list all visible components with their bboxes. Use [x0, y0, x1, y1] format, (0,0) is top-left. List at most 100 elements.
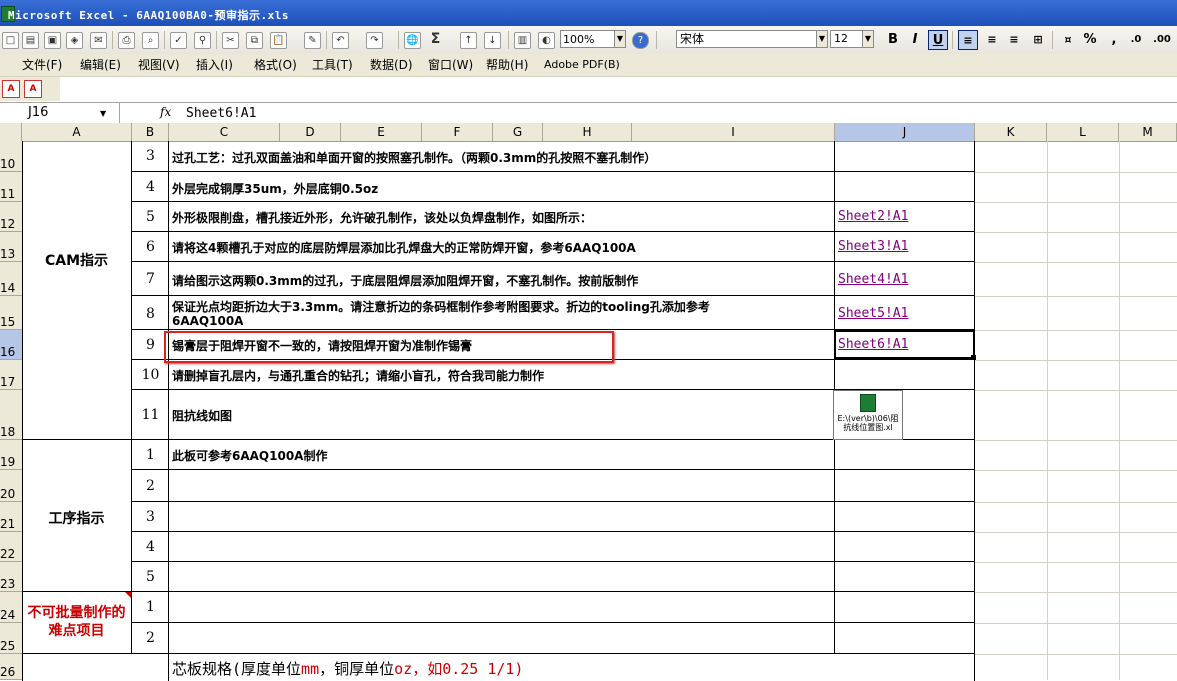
hyperlink-sheet4[interactable]: Sheet4!A1 — [838, 272, 908, 287]
menu-tools[interactable]: 工具(T) — [312, 56, 353, 74]
autosum-icon[interactable]: Σ — [428, 32, 443, 47]
drawing-icon[interactable]: ◐ — [538, 32, 555, 49]
copy-icon[interactable]: ⧉ — [246, 32, 263, 49]
row-header-16[interactable]: 16 — [0, 330, 22, 360]
fill-handle[interactable] — [971, 355, 976, 360]
pdf-convert-icon[interactable]: A — [2, 80, 20, 98]
col-header-F[interactable]: F — [422, 123, 493, 141]
row-header-21[interactable]: 21 — [0, 502, 22, 532]
col-header-J[interactable]: J — [835, 123, 975, 141]
help-icon[interactable]: ? — [632, 32, 649, 49]
undo-icon[interactable]: ↶ — [332, 32, 349, 49]
row-header-11[interactable]: 11 — [0, 172, 22, 202]
format-painter-icon[interactable]: ✎ — [304, 32, 321, 49]
decrease-decimal-icon[interactable]: .00 — [1152, 30, 1172, 50]
row-header-24[interactable]: 24 — [0, 592, 22, 623]
font-dropdown-icon[interactable]: ▼ — [816, 30, 828, 48]
hyperlink-sheet3[interactable]: Sheet3!A1 — [838, 239, 908, 254]
row-header-14[interactable]: 14 — [0, 262, 22, 296]
row-header-15[interactable]: 15 — [0, 296, 22, 330]
cam-item-text[interactable]: 请删掉盲孔层内，与通孔重合的钻孔；请缩小盲孔，符合我司能力制作 — [172, 367, 544, 384]
chart-wizard-icon[interactable]: ▥ — [514, 32, 531, 49]
col-header-L[interactable]: L — [1047, 123, 1119, 141]
percent-button[interactable]: % — [1080, 30, 1100, 50]
underline-button[interactable]: U — [928, 30, 948, 50]
menu-file[interactable]: 文件(F) — [22, 56, 62, 74]
col-header-E[interactable]: E — [341, 123, 422, 141]
permission-icon[interactable]: ◈ — [66, 32, 83, 49]
row-header-20[interactable]: 20 — [0, 470, 22, 502]
col-header-A[interactable]: A — [22, 123, 132, 141]
col-header-G[interactable]: G — [493, 123, 543, 141]
currency-icon[interactable]: ¤ — [1058, 30, 1078, 50]
align-center-icon[interactable]: ≡ — [982, 30, 1002, 50]
comma-style-button[interactable]: , — [1104, 30, 1124, 50]
menu-adobe-pdf[interactable]: Adobe PDF(B) — [544, 56, 620, 74]
research-icon[interactable]: ⚲ — [194, 32, 211, 49]
row-header-22[interactable]: 22 — [0, 532, 22, 562]
row-header-12[interactable]: 12 — [0, 202, 22, 232]
menu-insert[interactable]: 插入(I) — [196, 56, 233, 74]
print-icon[interactable]: ⎙ — [118, 32, 135, 49]
print-preview-icon[interactable]: ⌕ — [142, 32, 159, 49]
menu-help[interactable]: 帮助(H) — [486, 56, 528, 74]
paste-icon[interactable]: 📋 — [270, 32, 287, 49]
cam-item-text[interactable]: 外层完成铜厚35um，外层底铜0.5oz — [172, 180, 378, 197]
hyperlink-sheet2[interactable]: Sheet2!A1 — [838, 209, 908, 224]
redo-icon[interactable]: ↷ — [366, 32, 383, 49]
cam-item-text[interactable]: 请给图示这两颗0.3mm的过孔，于底层阻焊层添加阻焊开窗，不塞孔制作。按前版制作 — [172, 272, 638, 289]
process-item-text[interactable]: 此板可参考6AAQ100A制作 — [172, 447, 327, 464]
menu-data[interactable]: 数据(D) — [370, 56, 413, 74]
spelling-icon[interactable]: ✓ — [170, 32, 187, 49]
row-header-19[interactable]: 19 — [0, 440, 22, 470]
align-right-icon[interactable]: ≡ — [1004, 30, 1024, 50]
row-header-17[interactable]: 17 — [0, 360, 22, 390]
new-icon[interactable]: □ — [2, 32, 19, 49]
col-header-C[interactable]: C — [169, 123, 280, 141]
bold-button[interactable]: B — [883, 30, 903, 50]
sort-ascending-icon[interactable]: ↑ — [460, 32, 477, 49]
menu-view[interactable]: 视图(V) — [138, 56, 180, 74]
cam-item-text[interactable]: 阻抗线如图 — [172, 407, 232, 424]
merge-center-icon[interactable]: ⊞ — [1028, 30, 1048, 50]
row-header-23[interactable]: 23 — [0, 562, 22, 592]
sort-descending-icon[interactable]: ↓ — [484, 32, 501, 49]
menu-window[interactable]: 窗口(W) — [428, 56, 473, 74]
cam-item-text[interactable]: 过孔工艺：过孔双面盖油和单面开窗的按照塞孔制作。（两颗0.3mm的孔按照不塞孔制… — [172, 149, 656, 166]
zoom-dropdown-icon[interactable]: ▼ — [614, 30, 626, 48]
hyperlink-icon[interactable]: 🌐 — [404, 32, 421, 49]
cam-item-text-line2[interactable]: 6AAQ100A — [172, 314, 243, 328]
fx-icon[interactable]: fx — [160, 105, 171, 119]
row-header-18[interactable]: 18 — [0, 390, 22, 440]
pdf-email-icon[interactable]: A — [24, 80, 42, 98]
row-header-13[interactable]: 13 — [0, 232, 22, 262]
open-icon[interactable]: ▤ — [22, 32, 39, 49]
col-header-B[interactable]: B — [132, 123, 169, 141]
row-header-25[interactable]: 25 — [0, 623, 22, 654]
hyperlink-sheet5[interactable]: Sheet5!A1 — [838, 306, 908, 321]
row-header-10[interactable]: 10 — [0, 141, 22, 172]
col-header-M[interactable]: M — [1119, 123, 1177, 141]
core-spec-label[interactable]: 芯板规格(厚度单位mm，铜厚单位oz，如0.25 1/1) — [172, 658, 523, 679]
name-box-dropdown-icon[interactable]: ▼ — [100, 109, 106, 118]
cut-icon[interactable]: ✂ — [222, 32, 239, 49]
save-icon[interactable]: ▣ — [44, 32, 61, 49]
italic-button[interactable]: I — [905, 30, 925, 50]
font-name-box[interactable]: 宋体 — [676, 30, 828, 48]
email-icon[interactable]: ✉ — [90, 32, 107, 49]
col-header-I[interactable]: I — [632, 123, 835, 141]
increase-decimal-icon[interactable]: .0 — [1126, 30, 1146, 50]
hyperlink-sheet6[interactable]: Sheet6!A1 — [838, 337, 908, 352]
cam-item-text[interactable]: 请将这4颗槽孔于对应的底层防焊层添加比孔焊盘大的正常防焊开窗，参考6AAQ100… — [172, 239, 636, 256]
col-header-H[interactable]: H — [543, 123, 632, 141]
cam-item-text[interactable]: 保证光点均距折边大于3.3mm。请注意折边的条码框制作参考附图要求。折边的too… — [172, 298, 710, 315]
menu-format[interactable]: 格式(O) — [254, 56, 297, 74]
col-header-D[interactable]: D — [280, 123, 341, 141]
menu-edit[interactable]: 编辑(E) — [80, 56, 121, 74]
formula-content[interactable]: Sheet6!A1 — [186, 103, 256, 124]
col-header-K[interactable]: K — [975, 123, 1047, 141]
row-header-26[interactable]: 26 — [0, 654, 22, 680]
cam-item-text[interactable]: 外形极限削盘，槽孔接近外形，允许破孔制作，该处以负焊盘制作，如图所示： — [172, 209, 592, 226]
align-left-icon[interactable]: ≡ — [958, 30, 978, 50]
embedded-file-object[interactable]: E:\(ver\b)\06\阻抗线位置图.xl — [833, 390, 903, 440]
